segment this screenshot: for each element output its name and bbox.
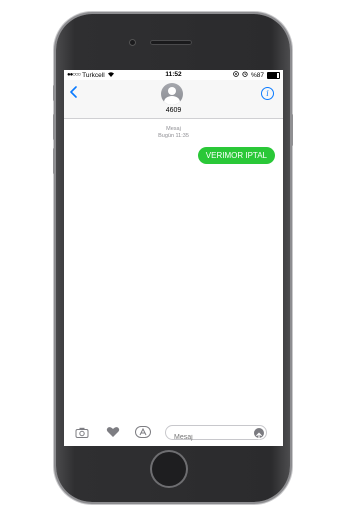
message-field[interactable] [165,425,267,444]
contact-avatar[interactable] [161,83,183,105]
service-label: Mesaj [166,126,181,132]
heart-icon[interactable] [105,426,121,438]
phone-screen: ●●○○○ Turkcell 11:52 %87 4609 i Mesaj Bu… [64,70,283,446]
home-button[interactable] [152,452,186,486]
contact-name[interactable]: 4609 [64,107,283,114]
status-bar: ●●○○○ Turkcell 11:52 %87 [64,70,283,80]
camera-icon[interactable] [74,426,90,438]
chevron-left-icon[interactable] [69,85,77,103]
volume-up-button [53,114,56,140]
battery-icon [267,71,280,79]
app-store-icon[interactable] [135,426,151,438]
message-input-bar [64,418,283,446]
volume-down-button [53,148,56,174]
send-icon[interactable] [254,428,264,440]
message-timestamp: Bugün 11:35 [158,133,189,139]
battery-percentage: %87 [250,71,264,79]
conversation-header: 4609 i [64,80,283,119]
outgoing-message-bubble[interactable]: VERIMOR IPTAL [197,147,275,164]
front-camera [129,39,136,46]
earpiece-speaker [150,40,192,45]
power-button [290,114,293,146]
mute-switch [53,85,56,101]
alarm-icon [242,71,248,79]
location-icon [233,71,239,79]
info-icon[interactable]: i [261,87,274,100]
message-input[interactable] [174,431,252,444]
